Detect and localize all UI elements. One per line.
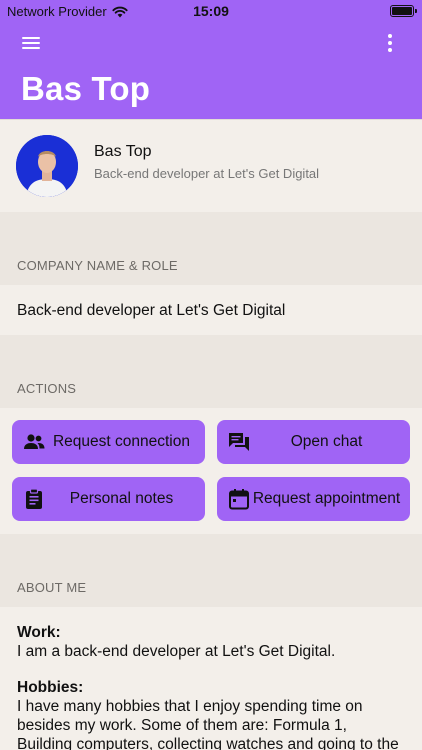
hobbies-text: I have many hobbies that I enjoy spendin… — [17, 698, 399, 750]
about-section-label: ABOUT ME — [17, 580, 87, 595]
profile-name: Bas Top — [94, 143, 152, 160]
request-appointment-button[interactable]: Request appointment — [217, 477, 410, 521]
clipboard-icon — [26, 488, 42, 509]
app-bar: Network Provider 15:09 Bas Top — [0, 0, 422, 119]
status-bar: Network Provider 15:09 — [0, 0, 422, 22]
calendar-icon — [229, 489, 249, 510]
people-icon — [24, 434, 45, 449]
work-text: I am a back-end developer at Let's Get D… — [17, 643, 336, 660]
avatar — [16, 135, 78, 197]
actions-panel: Request connection Open chat Personal no… — [0, 408, 422, 534]
company-card: Back-end developer at Let's Get Digital — [0, 285, 422, 335]
personal-notes-button[interactable]: Personal notes — [12, 477, 205, 521]
chat-icon — [229, 433, 249, 451]
company-role-text: Back-end developer at Let's Get Digital — [17, 302, 286, 319]
hobbies-heading: Hobbies: — [17, 679, 84, 696]
page-title: Bas Top — [21, 70, 151, 107]
company-section-header: COMPANY NAME & ROLE — [0, 212, 422, 285]
about-section-header: ABOUT ME — [0, 534, 422, 607]
status-time: 15:09 — [193, 3, 229, 19]
battery-icon — [390, 5, 417, 17]
profile-role: Back-end developer at Let's Get Digital — [94, 166, 320, 181]
open-chat-button[interactable]: Open chat — [217, 420, 410, 464]
about-card: Work: I am a back-end developer at Let's… — [0, 607, 422, 750]
more-options-icon[interactable] — [386, 34, 394, 52]
hamburger-menu-icon[interactable] — [21, 35, 41, 51]
actions-section-label: ACTIONS — [17, 381, 77, 396]
profile-header: Bas Top Back-end developer at Let's Get … — [0, 119, 422, 212]
work-heading: Work: — [17, 624, 61, 641]
request-connection-button[interactable]: Request connection — [12, 420, 205, 464]
company-section-label: COMPANY NAME & ROLE — [17, 258, 178, 273]
actions-section-header: ACTIONS — [0, 335, 422, 408]
